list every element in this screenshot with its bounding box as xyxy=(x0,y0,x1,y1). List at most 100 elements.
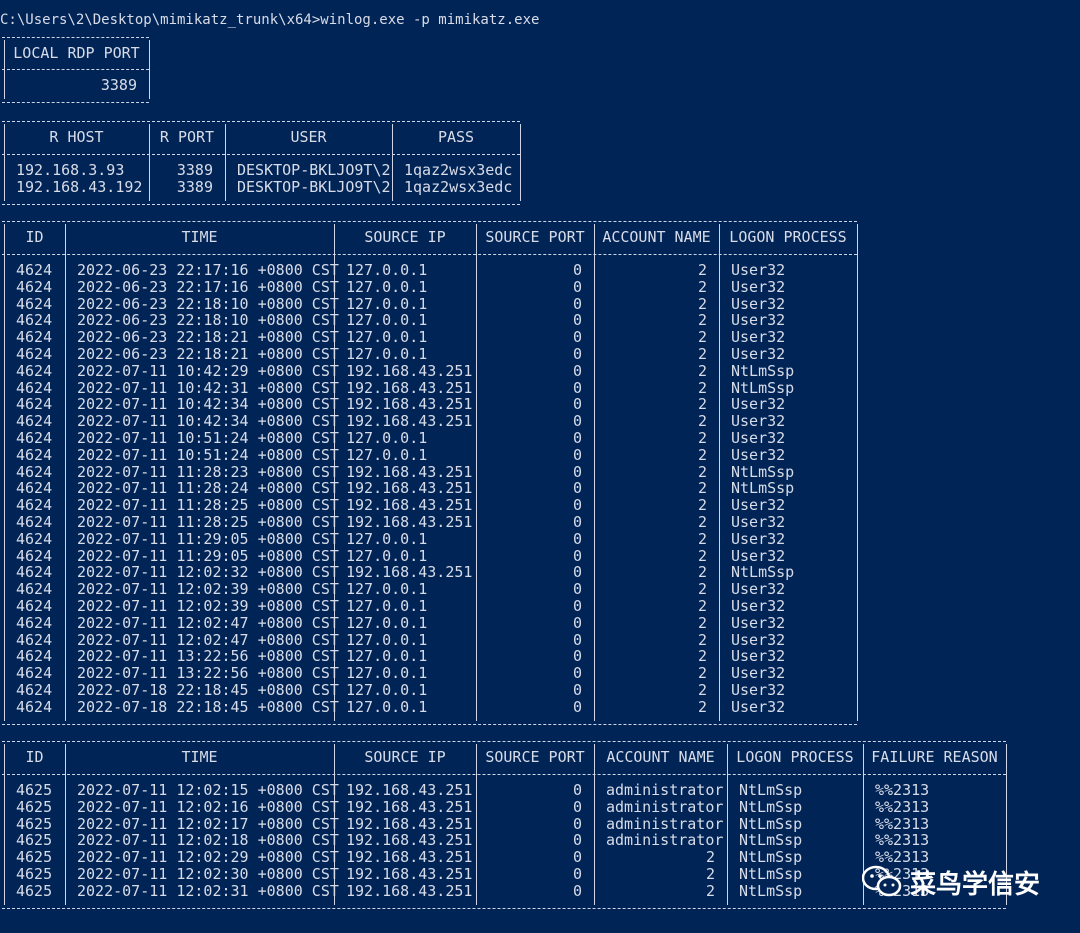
logons-table-cell: 127.0.0.1 xyxy=(346,529,428,548)
failures-table-cell: 0 xyxy=(572,797,582,816)
logons-table-cell: 2022-07-11 12:02:47 +0800 CST xyxy=(77,630,339,649)
logons-table-cell: 192.168.43.251 xyxy=(346,496,473,515)
logons-table-cell: 0 xyxy=(572,597,582,615)
logons-table-cell: 192.168.43.251 xyxy=(346,412,473,431)
failures-table-cell: NtLmSsp xyxy=(739,831,803,850)
logons-table-cell: 0 xyxy=(572,546,582,565)
logons-table-cell: User32 xyxy=(731,546,786,565)
failures-table-cell: 4625 xyxy=(16,781,53,799)
logons-table-cell: NtLmSsp xyxy=(731,361,795,380)
logons-table-cell: 4624 xyxy=(16,378,53,397)
failures-table-header-cell: LOGON PROCESS xyxy=(736,748,854,766)
failures-table-cell: 0 xyxy=(572,865,582,883)
logons-table-cell: 4624 xyxy=(16,462,53,481)
logons-table-cell: 4624 xyxy=(16,513,53,531)
logons-table-cell: 0 xyxy=(572,311,582,330)
logons-table-cell: 2022-06-23 22:17:16 +0800 CST xyxy=(77,277,339,296)
failures-table-cell: NtLmSsp xyxy=(739,797,803,816)
logons-table-cell: 2022-07-11 12:02:39 +0800 CST xyxy=(77,597,339,615)
failures-table-cell: 2022-07-11 12:02:30 +0800 CST xyxy=(77,865,339,883)
logons-table-cell: 192.168.43.251 xyxy=(346,361,473,380)
failures-table-cell: 4625 xyxy=(16,814,53,833)
logons-table-cell: 0 xyxy=(572,513,582,531)
logons-table-cell: 0 xyxy=(572,395,582,414)
hosts-table: R HOST R PORT USER PASS 192.168.3.93 3389 DESK… xyxy=(2,121,521,205)
logons-table-cell: 4624 xyxy=(16,294,53,313)
rdp-port-table-border xyxy=(2,37,149,39)
failures-table-cell: 4625 xyxy=(16,831,53,850)
logons-table-cell: 192.168.43.251 xyxy=(346,395,473,414)
logons-table-cell: 127.0.0.1 xyxy=(346,294,428,313)
logons-table-cell: User32 xyxy=(731,412,786,431)
logons-table-column-separator xyxy=(476,224,477,721)
logons-table-cell: 127.0.0.1 xyxy=(346,445,428,464)
logons-table-cell: User32 xyxy=(731,261,786,279)
logons-table-column-separator xyxy=(857,224,858,721)
failures-table-cell: NtLmSsp xyxy=(739,781,803,799)
logons-table-column-separator xyxy=(65,224,66,721)
hosts-table-cell: 1qaz2wsx3edc xyxy=(404,178,513,196)
failures-table-column-separator xyxy=(4,744,5,905)
logons-table-cell: 2022-07-18 22:18:45 +0800 CST xyxy=(77,697,339,716)
logons-table-cell: 2022-07-11 10:51:24 +0800 CST xyxy=(77,445,339,464)
logons-table-cell: 127.0.0.1 xyxy=(346,311,428,330)
rdp-port-table-border xyxy=(2,102,149,104)
logons-table-column-separator xyxy=(4,224,5,721)
logons-table-cell: 192.168.43.251 xyxy=(346,563,473,582)
logons-table-cell: User32 xyxy=(731,580,786,599)
failures-table-cell: %%2313 xyxy=(875,814,930,833)
logons-table-cell: 4624 xyxy=(16,563,53,582)
logons-table-cell: 4624 xyxy=(16,445,53,464)
logons-table-cell: 2022-06-23 22:17:16 +0800 CST xyxy=(77,261,339,279)
logons-table-cell: 127.0.0.1 xyxy=(346,429,428,447)
logons-table-cell: 4624 xyxy=(16,496,53,515)
hosts-table-border xyxy=(2,121,520,123)
hosts-table-cell: DESKTOP-BKLJO9T\2 xyxy=(237,178,391,196)
failures-table-cell: 4625 xyxy=(16,848,53,867)
logons-table-cell: 2 xyxy=(697,261,707,279)
logons-table-cell: 0 xyxy=(572,479,582,498)
logons-table-cell: 4624 xyxy=(16,647,53,666)
logons-table-cell: 4624 xyxy=(16,345,53,363)
logons-table-cell: 192.168.43.251 xyxy=(346,513,473,531)
logons-table-cell: 4624 xyxy=(16,412,53,431)
logons-table-cell: 2 xyxy=(697,546,707,565)
logons-table-cell: 4624 xyxy=(16,529,53,548)
failures-table-cell: 4625 xyxy=(16,865,53,883)
logons-table-cell: 2 xyxy=(697,445,707,464)
logons-table-cell: 4624 xyxy=(16,681,53,699)
logons-table-cell: User32 xyxy=(731,664,786,683)
logons-table-cell: 0 xyxy=(572,647,582,666)
logons-table-header-cell: ACCOUNT NAME xyxy=(602,228,711,246)
hosts-table-cell: 3389 xyxy=(176,178,213,196)
watermark: 菜鸟学信安 xyxy=(861,862,1040,902)
logons-table-cell: 192.168.43.251 xyxy=(346,462,473,481)
failures-table-border xyxy=(2,774,1006,776)
logons-table-cell: 4624 xyxy=(16,261,53,279)
logons-table: ID TIME SOURCE IP SOURCE PORT ACCOUNT NAME LO… xyxy=(2,221,858,725)
hosts-table-column-separator xyxy=(520,124,521,201)
failures-table-header-cell: ID xyxy=(25,748,44,766)
logons-table-header-cell: SOURCE PORT xyxy=(485,228,585,246)
logons-table-cell: 2022-06-23 22:18:21 +0800 CST xyxy=(77,328,339,347)
failures-table-border xyxy=(2,907,1006,910)
logons-table-cell: 2 xyxy=(697,378,707,397)
failures-table-header-cell: FAILURE REASON xyxy=(871,748,998,766)
logons-table-cell: 0 xyxy=(572,361,582,380)
terminal-window[interactable]: C:\Users\2\Desktop\mimikatz_trunk\x64>wi… xyxy=(0,0,1080,933)
failures-table-cell: %%2313 xyxy=(875,781,930,799)
logons-table-cell: 4624 xyxy=(16,361,53,380)
hosts-table-cell: 192.168.43.192 xyxy=(16,178,143,196)
logons-table-cell: 2 xyxy=(697,513,707,531)
hosts-table-border xyxy=(2,154,520,156)
failures-table-cell: 2 xyxy=(705,848,715,867)
logons-table-cell: User32 xyxy=(731,697,786,716)
logons-table-cell: 4624 xyxy=(16,697,53,716)
logons-table-header-cell: LOGON PROCESS xyxy=(729,228,847,246)
logons-table-cell: 2022-07-11 13:22:56 +0800 CST xyxy=(77,647,339,666)
failures-table-column-separator xyxy=(476,744,477,905)
logons-table-cell: 127.0.0.1 xyxy=(346,580,428,599)
logons-table-header-cell: SOURCE IP xyxy=(364,228,446,246)
logons-table-cell: 2 xyxy=(697,479,707,498)
logons-table-cell: 2 xyxy=(697,681,707,699)
